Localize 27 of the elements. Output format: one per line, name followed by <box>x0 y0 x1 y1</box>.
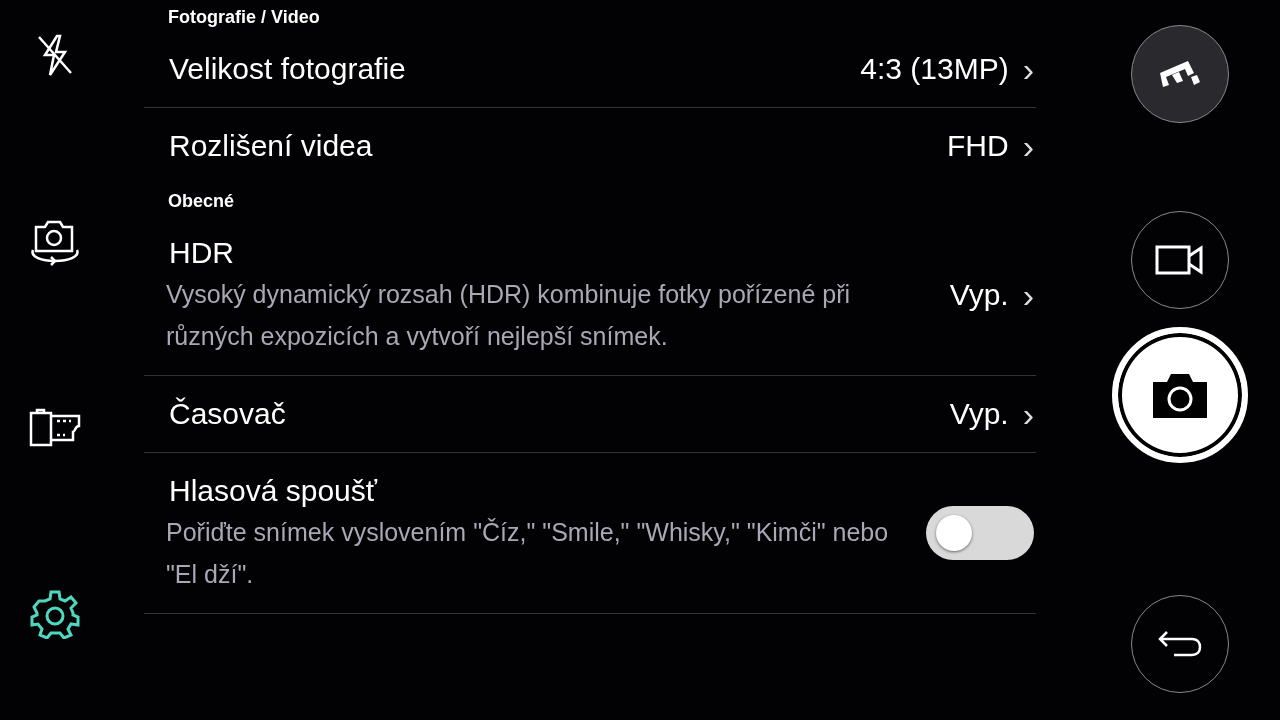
setting-value: Vyp. <box>949 278 1009 312</box>
settings-icon <box>30 589 80 639</box>
settings-row[interactable]: HDR Vysoký dynamický rozsah (HDR) kombinuje fotky pořízené při různých expozicích a vytvoří nejlepší snímek. Vyp. › <box>144 217 1036 376</box>
video-camera-icon <box>1155 243 1205 277</box>
section-header: Obecné <box>167 190 236 213</box>
toggle-switch[interactable] <box>926 506 1034 560</box>
back-arrow-icon <box>1158 629 1202 659</box>
settings-row[interactable]: Hlasová spoušť Pořiďte snímek vyslovením "Číz," "Smile," "Whisky," "Kimči" nebo "El dží". <box>144 453 1036 614</box>
setting-title: Hlasová spoušť <box>169 473 379 509</box>
chevron-icon: › <box>1022 126 1034 166</box>
setting-description: Vysoký dynamický rozsah (HDR) kombinuje fotky pořízené při různých expozicích a vytvoří nejlepší snímek. <box>166 279 852 352</box>
film-roll-icon <box>27 408 83 448</box>
setting-value: Vyp. <box>949 397 1009 431</box>
setting-title: Časovač <box>169 396 287 432</box>
setting-description: Pořiďte snímek vyslovením "Číz," "Smile," "Whisky," "Kimči" nebo "El dží". <box>166 517 890 590</box>
chevron-icon: › <box>1022 49 1034 89</box>
setting-value: FHD <box>947 129 1009 163</box>
setting-title: Velikost fotografie <box>169 51 407 87</box>
settings-row[interactable]: Časovač Vyp. › <box>144 376 1036 453</box>
setting-value: 4:3 (13MP) <box>860 52 1009 86</box>
settings-row[interactable]: Velikost fotografie 4:3 (13MP) › <box>144 33 1036 108</box>
chevron-icon: › <box>1022 275 1034 315</box>
settings-row[interactable]: Rozlišení videa FHD › <box>144 108 1036 184</box>
chevron-icon: › <box>1022 394 1034 434</box>
setting-title: HDR <box>169 235 235 271</box>
section-header: Fotografie / Video <box>167 6 321 29</box>
setting-title: Rozlišení videa <box>169 128 374 164</box>
